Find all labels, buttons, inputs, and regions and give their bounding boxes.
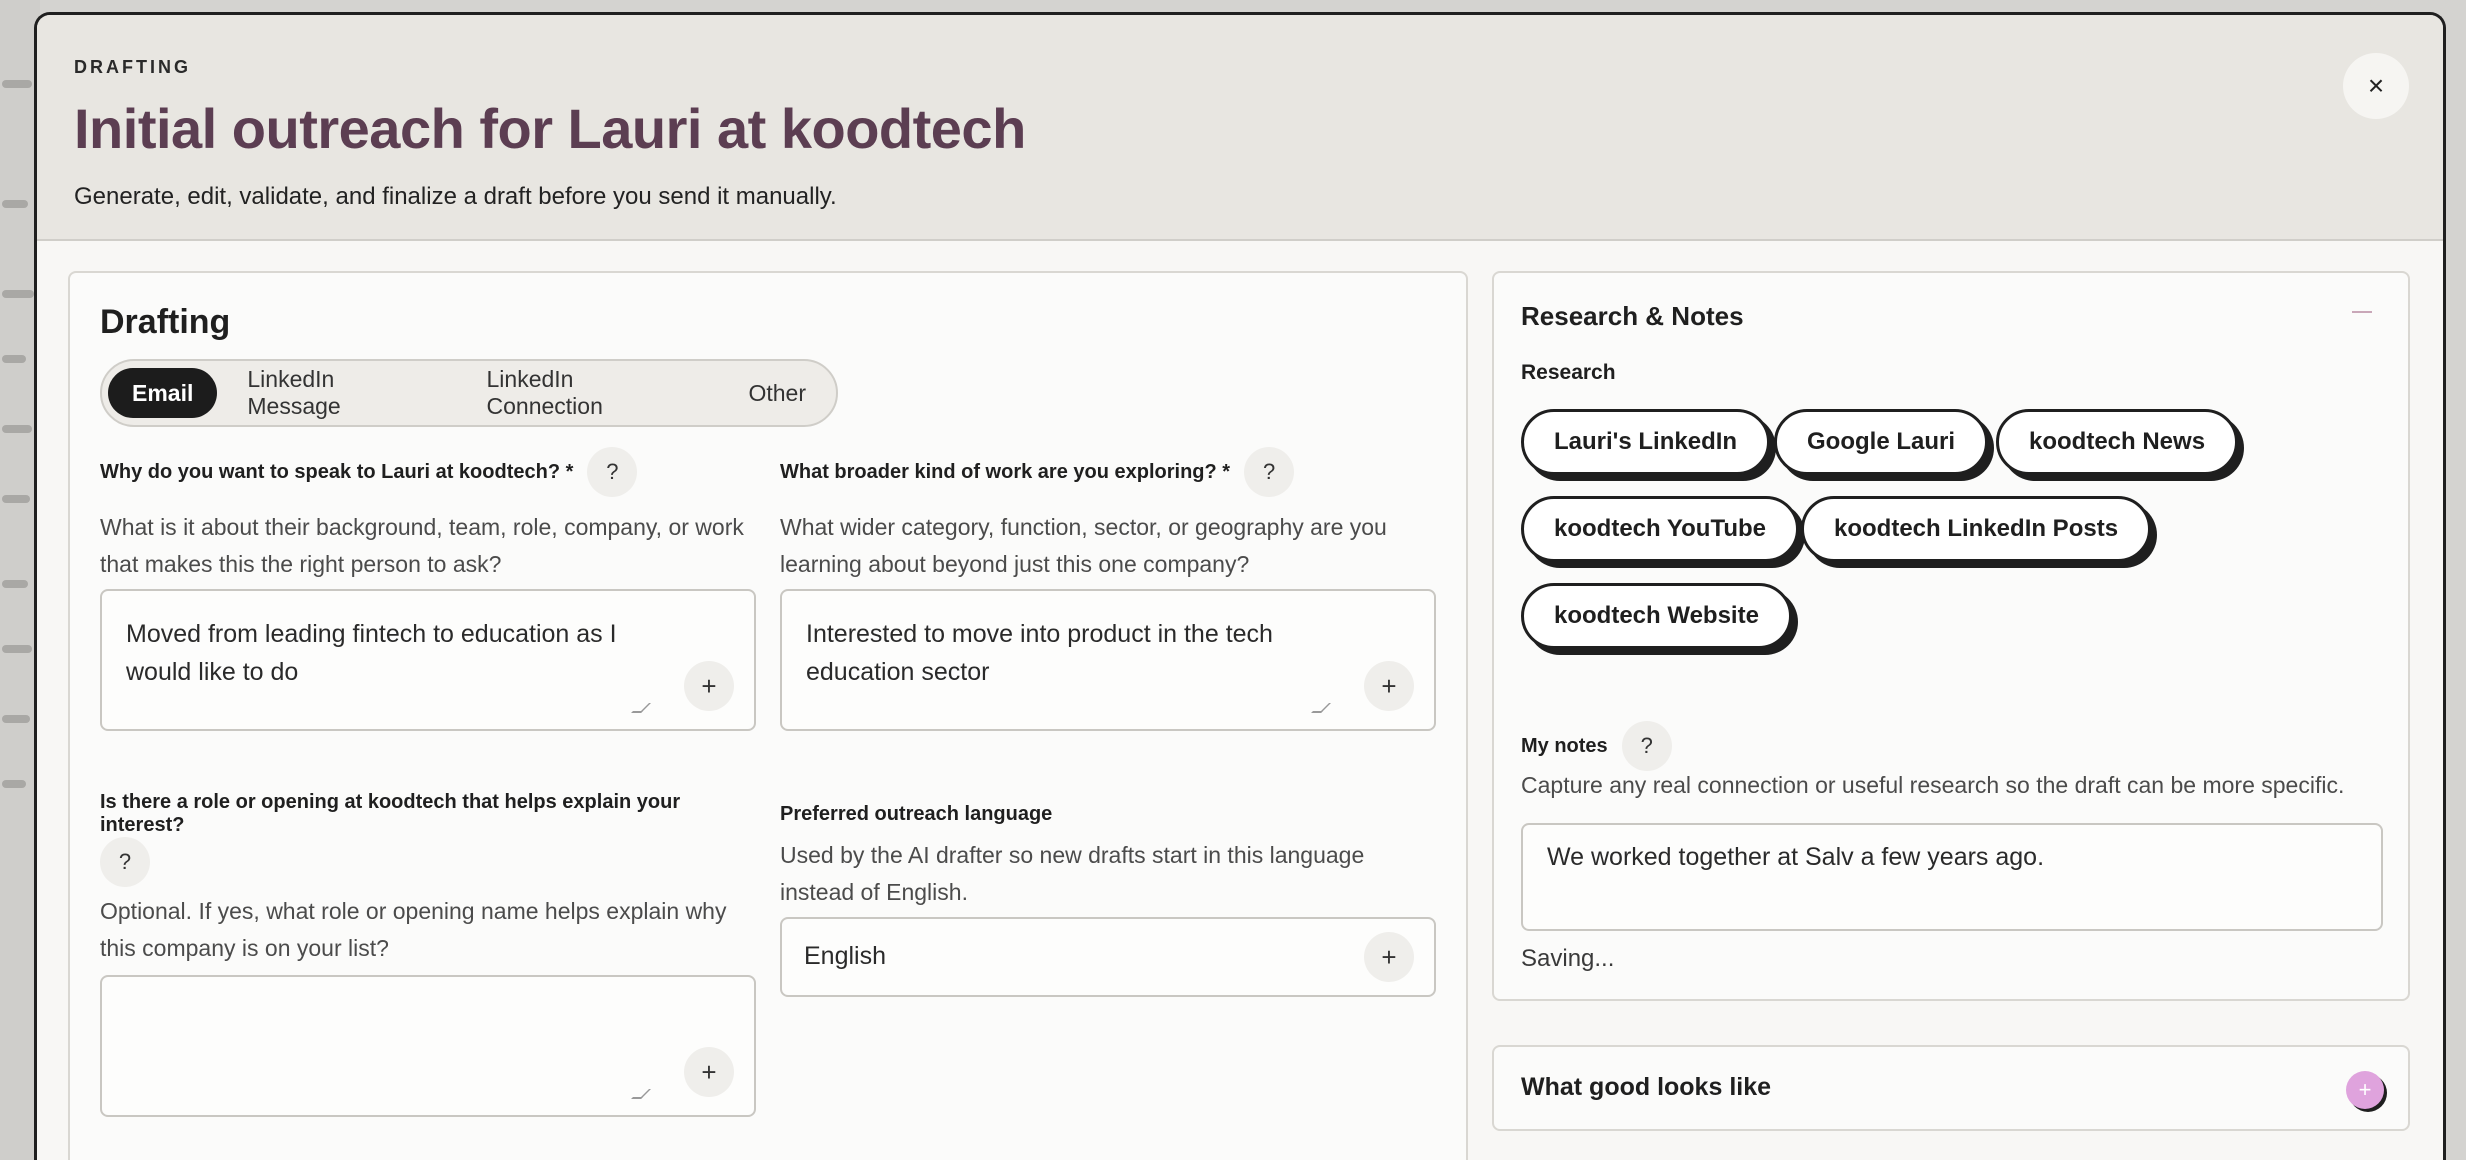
eyebrow: DRAFTING (74, 57, 191, 77)
saving-status: Saving... (1521, 945, 1615, 972)
chip-lauri-linkedin[interactable]: Lauri's LinkedIn (1521, 409, 1771, 475)
channel-tabs: Email LinkedIn Message LinkedIn Connecti… (100, 359, 838, 427)
help-icon[interactable]: ? (100, 837, 150, 887)
broader-work-label: What broader kind of work are you explor… (780, 447, 1295, 497)
help-icon[interactable]: ? (587, 447, 638, 497)
resize-handle[interactable] (631, 703, 651, 713)
role-opening-label: Is there a role or opening at koodtech t… (100, 791, 760, 837)
role-opening-label-text: Is there a role or opening at koodtech t… (100, 791, 681, 836)
expand-icon[interactable]: + (2346, 1071, 2384, 1109)
chip-koodtech-linkedin-posts[interactable]: koodtech LinkedIn Posts (1801, 496, 2152, 562)
drafting-panel: Drafting Email LinkedIn Message LinkedIn… (68, 271, 1468, 1160)
notes-input[interactable]: We worked together at Salv a few years a… (1521, 823, 2383, 931)
language-hint: Used by the AI drafter so new drafts sta… (780, 842, 1365, 905)
chip-koodtech-youtube[interactable]: koodtech YouTube (1521, 496, 1800, 562)
why-speak-label: Why do you want to speak to Lauri at koo… (100, 447, 638, 497)
broader-work-input[interactable]: Interested to move into product in the t… (780, 589, 1436, 731)
why-speak-input[interactable]: Moved from leading fintech to education … (100, 589, 756, 731)
add-button[interactable]: + (1364, 932, 1414, 982)
research-panel: Research & Notes Research Lauri's Linked… (1492, 271, 2410, 1001)
drafting-modal: DRAFTING Initial outreach for Lauri at k… (34, 12, 2446, 1160)
help-icon[interactable]: ? (1621, 721, 1672, 771)
language-label-text: Preferred outreach language (780, 803, 1053, 825)
add-button[interactable]: + (1364, 661, 1414, 711)
add-button[interactable]: + (684, 661, 734, 711)
chip-koodtech-news[interactable]: koodtech News (1996, 409, 2239, 475)
drafting-title: Drafting (100, 303, 231, 341)
research-title: Research & Notes (1521, 301, 1744, 331)
broader-work-label-text: What broader kind of work are you explor… (780, 460, 1231, 483)
page-title: Initial outreach for Lauri at koodtech (74, 97, 1026, 160)
what-good-looks-like-title: What good looks like (1521, 1073, 1772, 1101)
tab-email[interactable]: Email (108, 368, 218, 418)
research-label: Research (1521, 361, 1616, 384)
language-value: English (804, 942, 886, 970)
what-good-looks-like-panel[interactable]: What good looks like + (1492, 1045, 2410, 1131)
notes-hint: Capture any real connection or useful re… (1521, 772, 2345, 798)
tab-other[interactable]: Other (724, 368, 830, 418)
resize-handle[interactable] (631, 1089, 651, 1099)
why-speak-value: Moved from leading fintech to education … (126, 620, 617, 686)
notes-label-text: My notes (1521, 734, 1608, 757)
notes-label: My notes ? (1521, 721, 1672, 771)
modal-header: DRAFTING Initial outreach for Lauri at k… (37, 15, 2443, 241)
broader-work-hint: What wider category, function, sector, o… (780, 514, 1387, 577)
why-speak-label-text: Why do you want to speak to Lauri at koo… (100, 460, 574, 483)
role-opening-input[interactable]: + (100, 975, 756, 1117)
add-button[interactable]: + (684, 1047, 734, 1097)
tab-linkedin-connection[interactable]: LinkedIn Connection (463, 366, 719, 419)
language-select[interactable]: English + (780, 917, 1436, 997)
broader-work-value: Interested to move into product in the t… (806, 620, 1273, 686)
chip-google-lauri[interactable]: Google Lauri (1774, 409, 1989, 475)
role-opening-hint: Optional. If yes, what role or opening n… (100, 898, 727, 961)
help-icon[interactable]: ? (1244, 447, 1295, 497)
notes-value: We worked together at Salv a few years a… (1547, 843, 2045, 871)
chip-koodtech-website[interactable]: koodtech Website (1521, 583, 1792, 649)
language-label: Preferred outreach language (780, 803, 1052, 826)
close-icon: × (2367, 70, 2385, 101)
why-speak-hint: What is it about their background, team,… (100, 514, 744, 577)
page-subtitle: Generate, edit, validate, and finalize a… (74, 183, 837, 210)
tab-linkedin-message[interactable]: LinkedIn Message (223, 366, 456, 419)
close-button[interactable]: × (2343, 53, 2409, 119)
resize-handle[interactable] (1311, 703, 1331, 713)
collapse-icon[interactable] (2352, 311, 2372, 313)
